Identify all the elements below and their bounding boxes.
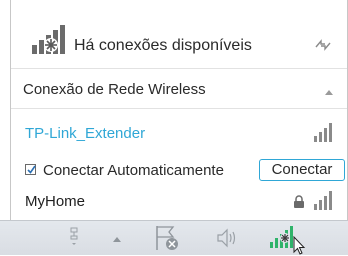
popup-title: Há conexões disponíveis [74,37,252,54]
auto-connect-label: Conectar Automaticamente [43,162,224,179]
section-label: Conexão de Rede Wireless [23,81,206,98]
signal-bars-icon [314,191,332,210]
checkmark-icon [27,165,36,174]
network-name: MyHome [25,193,86,210]
network-item-myhome[interactable]: MyHome [11,188,347,218]
signal-bars-icon [314,123,332,142]
wireless-section-header[interactable]: Conexão de Rede Wireless [11,75,347,105]
caret-up-icon[interactable] [325,89,333,95]
popup-header: Há conexões disponíveis [11,0,347,67]
speaker-icon[interactable] [215,227,239,249]
mouse-cursor [293,235,306,255]
wireless-popup: Há conexões disponíveis Conexão de Rede … [10,0,348,220]
divider [11,68,347,69]
show-hidden-icons-icon[interactable] [113,236,121,242]
auto-connect-checkbox[interactable] [25,164,36,175]
network-name: TP-Link_Extender [25,125,146,142]
divider [11,108,347,109]
refresh-icon[interactable] [313,38,333,52]
network-cables-icon[interactable] [68,227,80,247]
taskbar [0,220,348,255]
connect-button[interactable]: Conectar [259,159,345,181]
network-item-tp-link-extender[interactable]: TP-Link_Extender [11,120,347,150]
network-icon [32,25,65,54]
lock-icon [294,195,304,208]
wifi-tray-icon[interactable] [268,224,312,256]
auto-connect-row: Conectar Automaticamente Conectar [11,158,347,184]
flag-icon[interactable] [153,224,181,252]
